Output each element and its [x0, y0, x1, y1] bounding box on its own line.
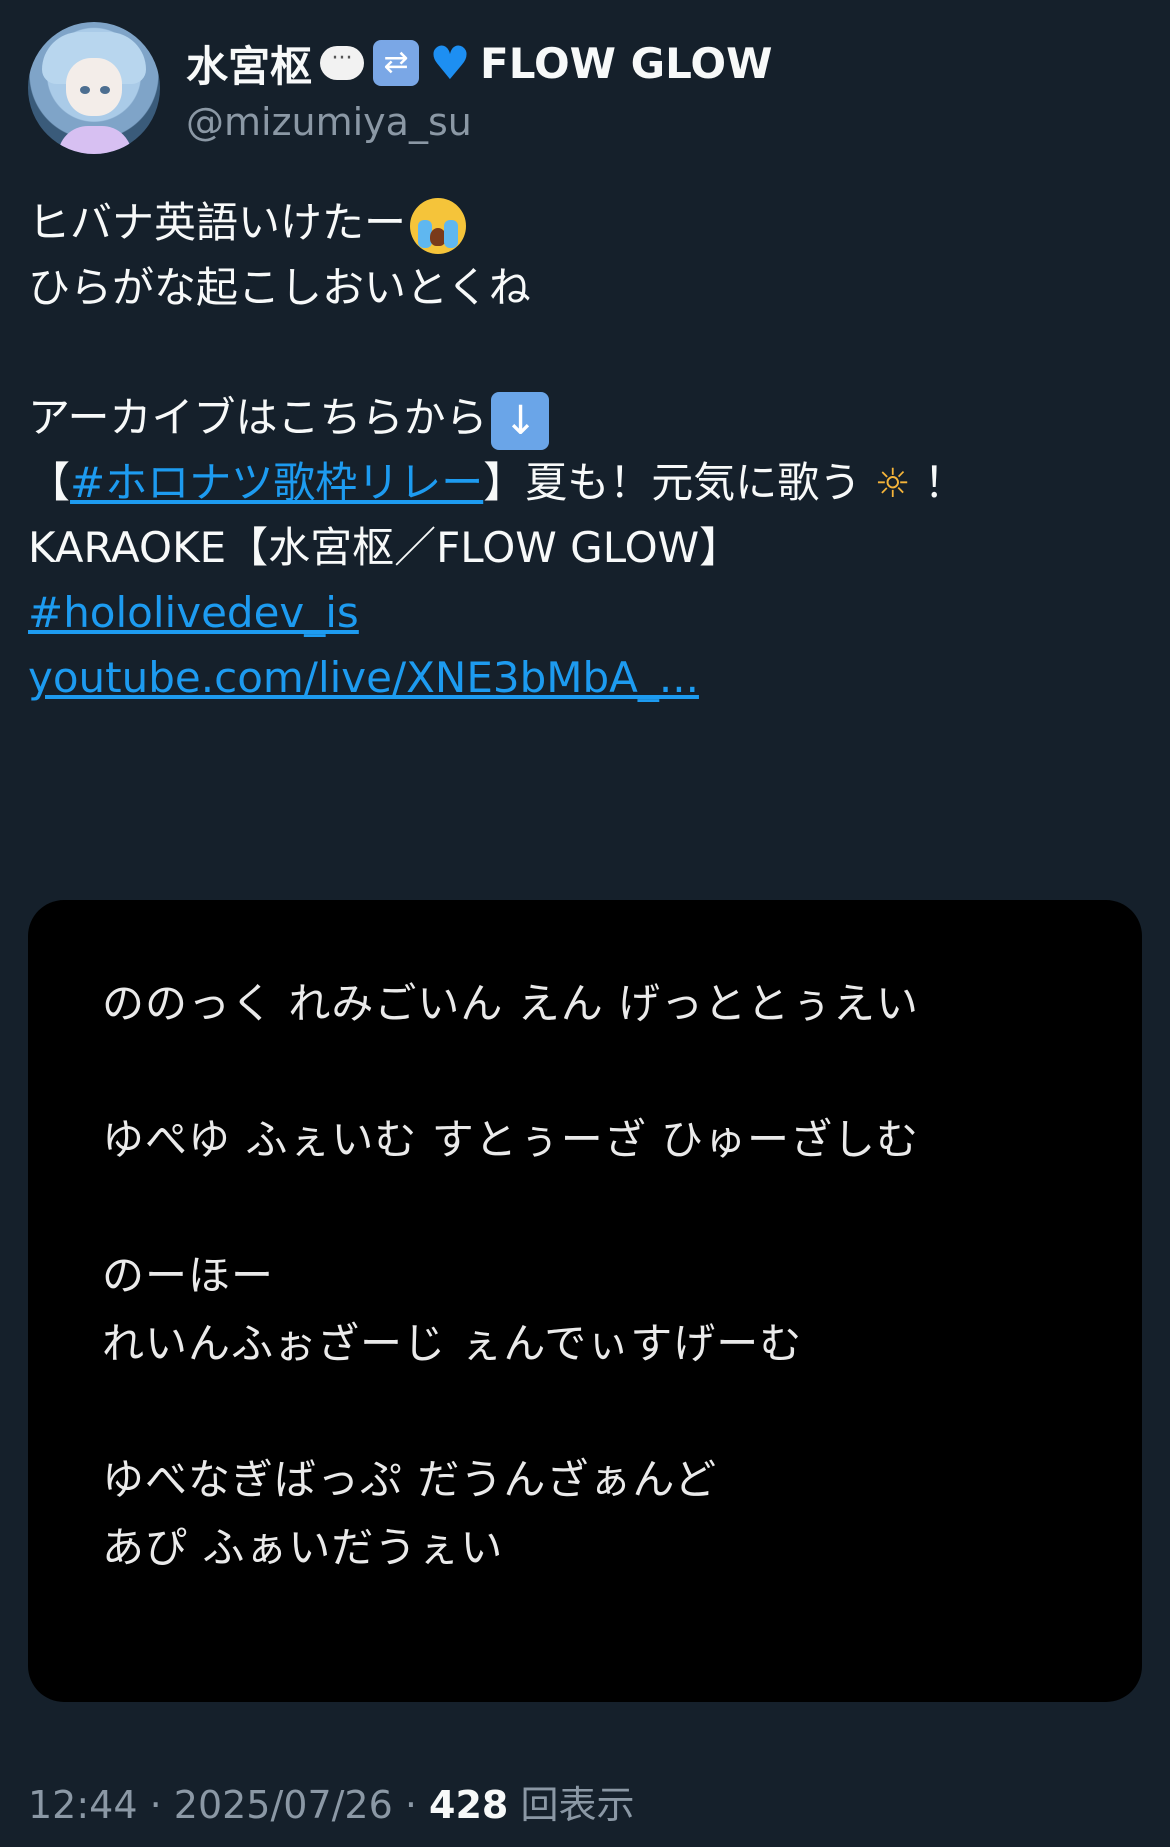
tweet-line-1: ヒバナ英語いけたー	[28, 190, 1138, 255]
bracket-open: 【	[28, 458, 71, 507]
avatar-eye	[100, 86, 110, 94]
loudly-crying-face-icon	[410, 197, 467, 254]
display-name[interactable]: 水宮枢	[186, 33, 312, 94]
avatar-face	[66, 58, 122, 116]
down-arrow-icon: ↓	[491, 391, 550, 450]
tweet-line-2: ひらがな起こしおいとくね	[28, 263, 531, 312]
tweet-header: 水宮枢 ··· ⇄ ♥ FLOW GLOW @mizumiya_su	[28, 22, 1138, 158]
tweet-date[interactable]: 2025/07/26	[174, 1783, 393, 1827]
tweet-line-7: youtube.com/live/XNE3bMbA_...	[28, 645, 1138, 710]
display-name-suffix[interactable]: FLOW GLOW	[480, 39, 772, 88]
tweet-meta: 12:44 · 2025/07/26 · 428 回表示	[28, 1774, 634, 1829]
tweet-line-4-end: ！	[910, 458, 966, 507]
hashtag-link-horonatsu[interactable]: #ホロナツ歌枠リレー	[70, 458, 483, 507]
tweet-line-4: 【#ホロナツ歌枠リレー】夏も！元気に歌う ☼ ！	[28, 450, 1138, 515]
avatar-eye	[80, 86, 90, 94]
author-name-row[interactable]: 水宮枢 ··· ⇄ ♥ FLOW GLOW	[186, 32, 772, 94]
tweet-line-5: KARAOKE【水宮枢／FLOW GLOW】	[28, 523, 742, 572]
views-label: 回表示	[508, 1783, 635, 1827]
tweet-line-3: アーカイブはこちらから ↓	[28, 385, 1138, 450]
tweet-line-4-rest: 】夏も！元気に歌う	[483, 458, 862, 507]
lyric-line: れいんふぉざーじ ぇんでぃすげーむ	[102, 1319, 803, 1368]
author-handle[interactable]: @mizumiya_su	[186, 100, 472, 144]
speech-bubble-icon: ···	[318, 39, 366, 87]
lyric-line: あぴ ふぁいだうぇい	[102, 1523, 504, 1572]
lyric-line: ののっく れみごいん えん げっととぅえい	[102, 979, 920, 1028]
blue-heart-icon: ♥	[429, 36, 471, 90]
tweet-text: ヒバナ英語いけたー ひらがな起こしおいとくね アーカイブはこちらから ↓ 【#ホロ…	[28, 190, 1138, 710]
youtube-link[interactable]: youtube.com/live/XNE3bMbA_...	[28, 653, 699, 702]
lyric-line: ゆべなぎばっぷ だうんざぁんど	[102, 1455, 718, 1504]
meta-separator: ·	[137, 1783, 174, 1827]
tweet-line-1-text: ヒバナ英語いけたー	[28, 198, 407, 247]
avatar-shirt	[58, 126, 132, 154]
tweet-line-3-text: アーカイブはこちらから	[28, 393, 488, 442]
tweet-line-6: #hololivedev_is	[28, 580, 1138, 645]
lyrics-image[interactable]: ののっく れみごいん えん げっととぅえい ゆぺゆ ふぇいむ すとぅーざ ひゅー…	[28, 900, 1142, 1702]
lyric-line: ゆぺゆ ふぇいむ すとぅーざ ひゅーざしむ	[102, 1115, 920, 1164]
hashtag-link-hololivedev[interactable]: #hololivedev_is	[28, 588, 359, 637]
meta-separator: ·	[392, 1783, 430, 1827]
tweet-time[interactable]: 12:44	[28, 1783, 138, 1827]
lyric-line: のーほー	[102, 1251, 275, 1300]
repeat-icon: ⇄	[372, 39, 420, 87]
avatar[interactable]	[28, 22, 160, 154]
sun-icon: ☼	[874, 461, 911, 507]
views-count: 428	[429, 1783, 509, 1827]
